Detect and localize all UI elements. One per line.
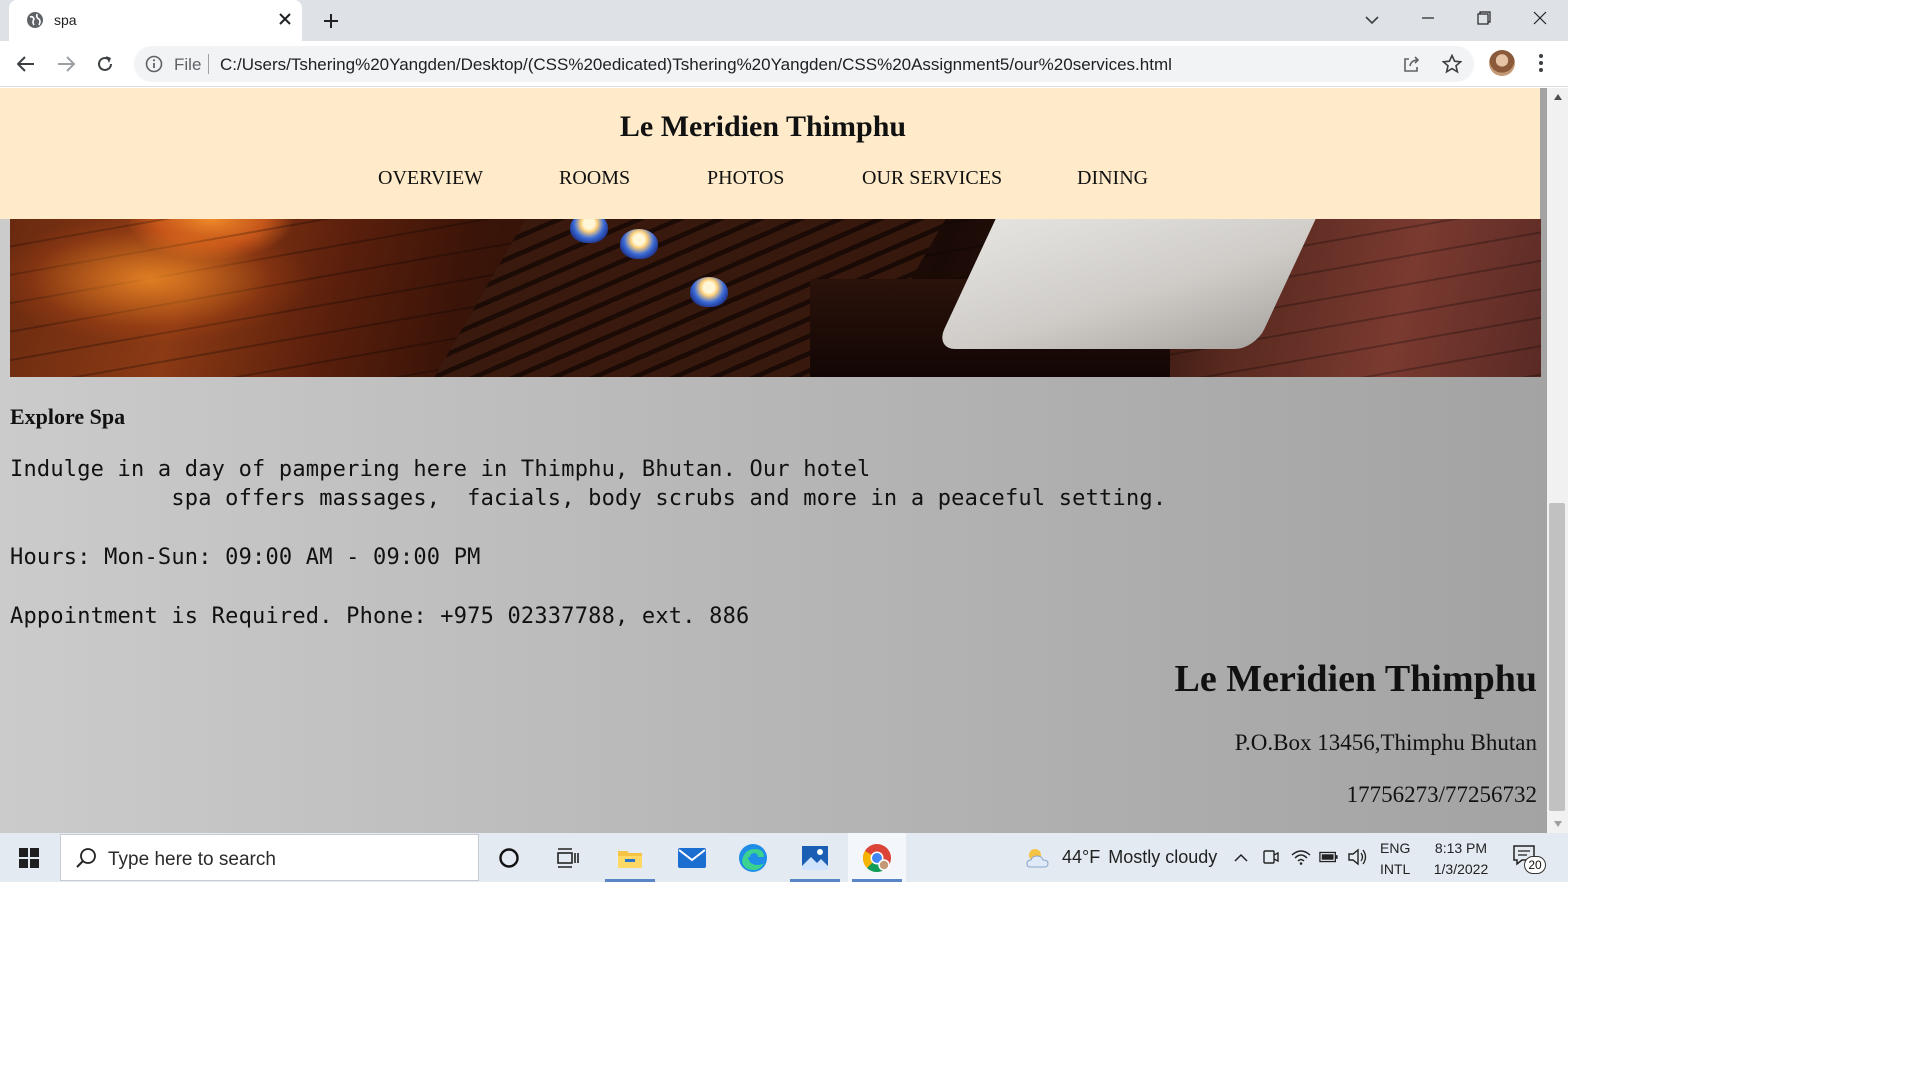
new-tab-icon[interactable] (317, 7, 345, 35)
nav-photos[interactable]: PHOTOS (707, 167, 784, 190)
input-language[interactable]: ENG INTL (1380, 838, 1410, 880)
task-view-icon[interactable] (539, 833, 597, 882)
chevron-down-icon[interactable] (1356, 4, 1388, 36)
address-bar[interactable]: File C:/Users/Tshering%20Yangden/Desktop… (134, 46, 1474, 82)
partly-cloudy-icon (1026, 848, 1049, 867)
notification-count-badge: 20 (1524, 856, 1546, 874)
mail-icon[interactable] (663, 833, 721, 882)
clock-time: 8:13 PM (1434, 840, 1488, 856)
spa-description-line-1: Indulge in a day of pampering here in Th… (10, 457, 871, 482)
edge-icon[interactable] (724, 833, 782, 882)
chrome-icon[interactable] (848, 833, 906, 882)
weather-widget[interactable]: 44°F Mostly cloudy (1024, 833, 1217, 882)
globe-icon (27, 12, 43, 28)
bookmark-star-icon[interactable] (1440, 52, 1464, 76)
profile-avatar[interactable] (1489, 50, 1515, 76)
page-scrollbar[interactable] (1547, 88, 1568, 833)
site-title: Le Meridien Thimphu (619, 110, 907, 143)
nav-rooms[interactable]: ROOMS (559, 167, 630, 190)
footer-phone: 17756273/77256732 (1346, 782, 1537, 807)
scroll-up-arrow-icon[interactable] (1547, 88, 1568, 106)
close-window-icon[interactable] (1512, 0, 1568, 36)
weather-description: Mostly cloudy (1108, 847, 1218, 867)
forward-arrow-icon[interactable] (50, 48, 82, 80)
tab-spa[interactable]: spa (9, 0, 302, 41)
nav-dining[interactable]: DINING (1077, 167, 1148, 190)
url-text[interactable]: C:/Users/Tshering%20Yangden/Desktop/(CSS… (220, 55, 1172, 75)
nav-our-services[interactable]: OUR SERVICES (862, 167, 1002, 190)
volume-icon[interactable] (1347, 847, 1367, 867)
search-icon (76, 848, 96, 868)
chrome-running-indicator (852, 879, 902, 882)
nav-overview[interactable]: OVERVIEW (378, 167, 483, 190)
keyboard-layout: INTL (1380, 861, 1411, 877)
taskbar-search-input[interactable]: Type here to search (60, 834, 479, 881)
omnibox-separator (208, 54, 209, 74)
system-clock[interactable]: 8:13 PM 1/3/2022 (1428, 838, 1494, 880)
spa-appointment: Appointment is Required. Phone: +975 023… (10, 604, 750, 629)
battery-icon[interactable] (1319, 847, 1339, 867)
close-tab-icon[interactable] (274, 8, 296, 30)
browser-toolbar: File C:/Users/Tshering%20Yangden/Desktop… (0, 41, 1568, 87)
notification-center-icon[interactable]: 20 (1512, 844, 1546, 874)
spa-hours: Hours: Mon-Sun: 09:00 AM - 09:00 PM (10, 545, 481, 570)
photos-icon[interactable] (786, 833, 844, 882)
scroll-thumb[interactable] (1549, 503, 1565, 811)
windows-start-icon[interactable] (0, 833, 58, 882)
file-explorer-running-indicator (605, 879, 655, 882)
file-explorer-icon[interactable] (601, 833, 659, 882)
tab-title: spa (54, 12, 77, 28)
weather-temperature: 44°F (1062, 847, 1101, 867)
taskbar: Type here to search 44°F Mostly cloudy E… (0, 833, 1568, 882)
photos-running-indicator (790, 879, 840, 882)
footer-address: P.O.Box 13456,Thimphu Bhutan (1234, 730, 1537, 755)
wifi-icon[interactable] (1291, 847, 1311, 867)
spa-hero-image (10, 219, 1541, 377)
site-header: Le Meridien Thimphu OVERVIEW ROOMS PHOTO… (0, 88, 1540, 219)
back-arrow-icon[interactable] (10, 48, 42, 80)
scroll-down-arrow-icon[interactable] (1547, 815, 1568, 833)
info-icon[interactable] (145, 55, 163, 73)
meet-now-icon[interactable] (1261, 847, 1281, 867)
page-viewport: Le Meridien Thimphu OVERVIEW ROOMS PHOTO… (0, 88, 1547, 833)
cortana-icon[interactable] (480, 833, 538, 882)
chevron-up-icon[interactable] (1231, 847, 1251, 867)
search-placeholder: Type here to search (108, 849, 276, 870)
spa-description-line-2: spa offers massages, facials, body scrub… (10, 486, 1167, 511)
section-heading: Explore Spa (10, 404, 126, 429)
language-code: ENG (1380, 840, 1411, 856)
footer-title: Le Meridien Thimphu (1174, 658, 1537, 700)
share-icon[interactable] (1400, 52, 1424, 76)
more-vert-icon[interactable] (1528, 50, 1554, 76)
tab-strip: spa (0, 0, 1568, 41)
file-scheme-label: File (174, 55, 202, 74)
minimize-icon[interactable] (1400, 0, 1456, 36)
restore-icon[interactable] (1456, 0, 1512, 36)
clock-date: 1/3/2022 (1433, 861, 1489, 877)
reload-icon[interactable] (89, 48, 121, 80)
